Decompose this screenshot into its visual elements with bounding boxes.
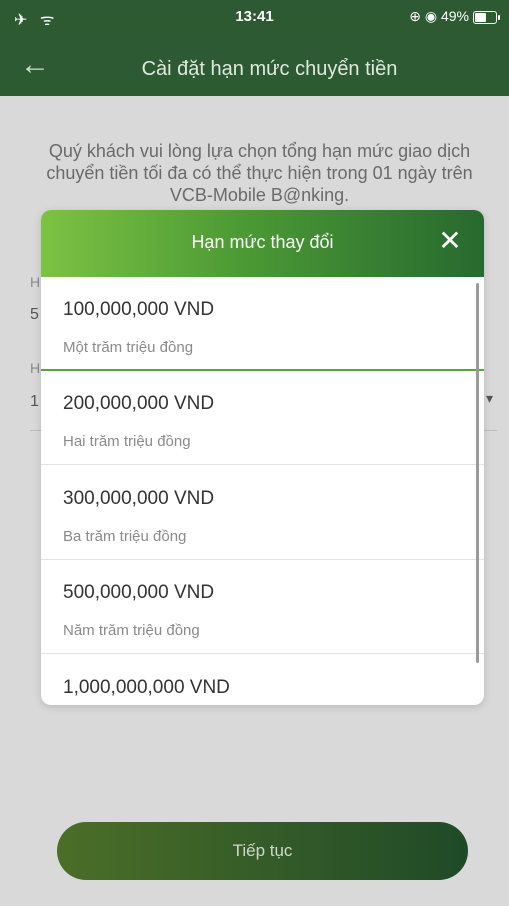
option-words: Năm trăm triệu đồng <box>63 622 200 639</box>
status-bar: ✈︎ ᯤ 13:41 ⊕ ◉ 49% <box>0 0 509 34</box>
option-amount: 500,000,000 VND <box>63 582 215 603</box>
modal-header: Hạn mức thay đổi ✕ <box>41 210 484 277</box>
close-icon[interactable]: ✕ <box>436 227 464 255</box>
continue-button[interactable]: Tiếp tục <box>57 822 468 880</box>
option-words: Ba trăm triệu đồng <box>63 528 187 545</box>
option-amount: 1,000,000,000 VND <box>63 677 230 698</box>
option-item[interactable]: 1,000,000,000 VND <box>41 655 484 705</box>
option-item[interactable]: 100,000,000 VND Một trăm triệu đồng <box>41 277 484 371</box>
option-item[interactable]: 200,000,000 VND Hai trăm triệu đồng <box>41 371 484 465</box>
limit-picker-modal: Hạn mức thay đổi ✕ 100,000,000 VND Một t… <box>41 210 484 705</box>
field2-label: H <box>30 360 41 376</box>
option-item[interactable]: 300,000,000 VND Ba trăm triệu đồng <box>41 466 484 560</box>
field1-value: 5 <box>30 306 39 323</box>
option-amount: 200,000,000 VND <box>63 393 215 414</box>
modal-title: Hạn mức thay đổi <box>191 232 334 252</box>
field2-value: 1 <box>30 393 39 410</box>
option-item[interactable]: 500,000,000 VND Năm trăm triệu đồng <box>41 560 484 654</box>
page-title: Cài đặt hạn mức chuyển tiền <box>141 58 398 80</box>
battery-icon <box>473 11 500 24</box>
lock-rotation-icon: ⊕ <box>409 8 421 24</box>
option-words: Một trăm triệu đồng <box>63 339 194 356</box>
field1-label: H <box>30 274 41 290</box>
status-right: ⊕ ◉ 49% <box>409 8 469 25</box>
dropdown-caret-icon[interactable]: ▾ <box>486 390 493 407</box>
option-amount: 300,000,000 VND <box>63 488 215 509</box>
top-bar: ✈︎ ᯤ 13:41 ⊕ ◉ 49% ← Cài đặt hạn mức chu… <box>0 0 509 96</box>
nav-bar: ← Cài đặt hạn mức chuyển tiền <box>0 40 509 96</box>
scrollbar[interactable] <box>476 283 479 663</box>
option-list[interactable]: 100,000,000 VND Một trăm triệu đồng 200,… <box>41 277 484 705</box>
option-words: Hai trăm triệu đồng <box>63 433 191 450</box>
battery-percent: 49% <box>440 8 469 24</box>
alarm-icon: ◉ <box>424 8 438 24</box>
intro-text: Quý khách vui lòng lựa chọn tổng hạn mức… <box>46 141 473 205</box>
option-amount: 100,000,000 VND <box>63 299 215 320</box>
back-arrow-icon[interactable]: ← <box>20 50 54 84</box>
